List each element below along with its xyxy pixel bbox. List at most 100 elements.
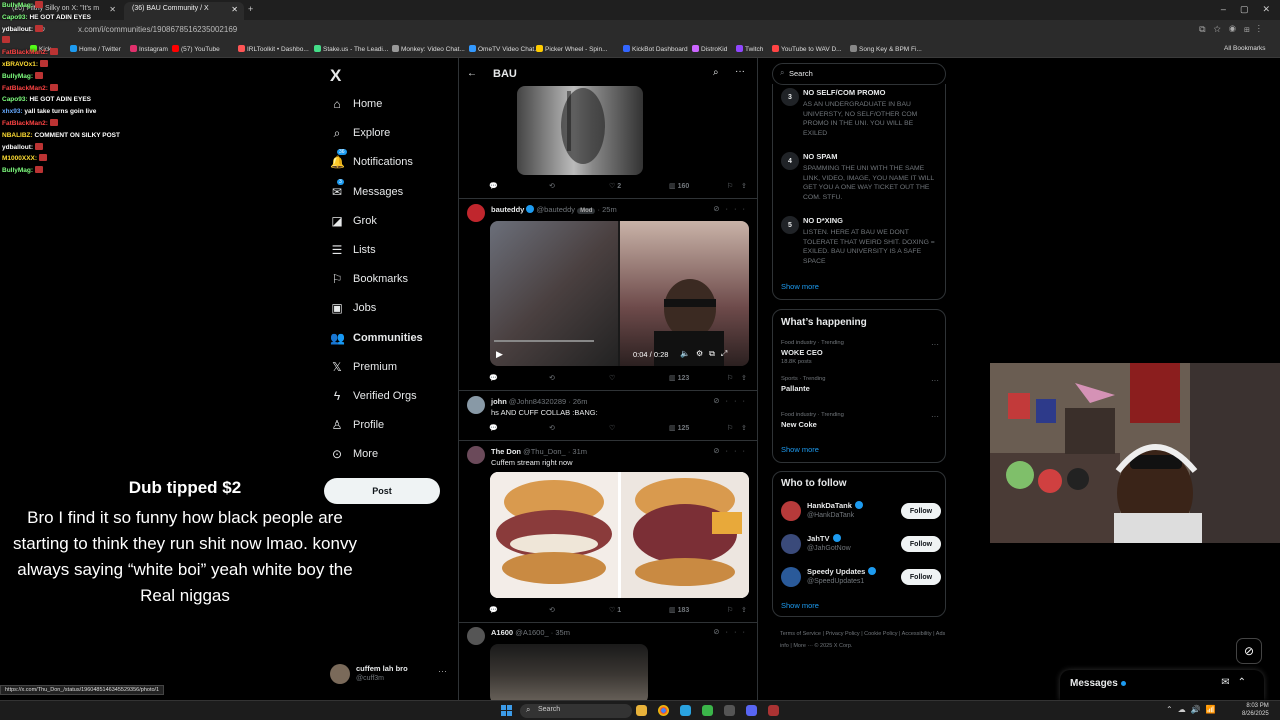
- tweet-image[interactable]: [490, 644, 648, 700]
- follow-button[interactable]: Follow: [901, 503, 941, 519]
- sidebar-item-more[interactable]: ⊙ More: [330, 444, 378, 464]
- search-icon[interactable]: ⌕: [713, 67, 719, 78]
- drawer-controls[interactable]: ✉⌃: [1221, 677, 1254, 688]
- taskbar-clock[interactable]: 8:03 PM 8/26/2025: [1242, 702, 1269, 718]
- share-icon[interactable]: ⇪: [741, 606, 747, 614]
- follow-button[interactable]: Follow: [901, 536, 941, 552]
- grok-icon[interactable]: ⊘: [713, 396, 725, 405]
- taskbar-search[interactable]: ⌕ Search: [520, 704, 632, 718]
- avatar[interactable]: [781, 501, 801, 521]
- avatar[interactable]: [781, 534, 801, 554]
- compose-message-icon[interactable]: ✉: [1221, 677, 1237, 688]
- follow-button[interactable]: Follow: [901, 569, 941, 585]
- like-icon[interactable]: ♡: [609, 374, 615, 382]
- tweet-author[interactable]: john @John84320289 · 26m: [491, 397, 587, 406]
- trend-item[interactable]: Sports · Trending Pallante ···: [781, 376, 943, 395]
- follow-suggestion[interactable]: Speedy Updates @SpeedUpdates1 Follow: [781, 565, 941, 589]
- telegram-icon[interactable]: [680, 705, 691, 716]
- bookmark-item[interactable]: Monkey: Video Chat...: [392, 45, 465, 53]
- sidebar-item-lists[interactable]: ☰ Lists: [330, 240, 376, 260]
- sidebar-item-jobs[interactable]: ▣ Jobs: [330, 298, 376, 318]
- repost-icon[interactable]: ⟲: [549, 182, 555, 190]
- footer-links[interactable]: Terms of Service | Privacy Policy | Cook…: [780, 628, 950, 652]
- avatar[interactable]: [467, 627, 485, 645]
- tweet-author[interactable]: The Don @Thu_Don_ · 31m: [491, 447, 587, 456]
- system-tray[interactable]: ⌃☁🔊📶: [1166, 705, 1221, 714]
- windows-start-icon[interactable]: [501, 705, 512, 716]
- video-controls[interactable]: 🔈⚙⧉⤢: [680, 349, 733, 359]
- repost-icon[interactable]: ⟲: [549, 424, 555, 432]
- post-button[interactable]: Post: [324, 478, 440, 504]
- bookmark-item[interactable]: Stake.us - The Leadi...: [314, 45, 388, 53]
- sidebar-item-communities[interactable]: 👥 Communities: [330, 328, 423, 348]
- messages-drawer[interactable]: Messages ✉⌃: [1060, 670, 1264, 700]
- sidebar-item-profile[interactable]: ♙ Profile: [330, 415, 385, 435]
- app-icon[interactable]: [768, 705, 779, 716]
- tweet-menu[interactable]: ⊘···: [713, 204, 751, 213]
- tweet-image[interactable]: [517, 86, 643, 175]
- sidebar-item-verified-orgs[interactable]: ϟ Verified Orgs: [330, 386, 417, 406]
- repost-icon[interactable]: ⟲: [549, 374, 555, 382]
- sidebar-item-premium[interactable]: 𝕏 Premium: [330, 357, 397, 377]
- back-arrow-icon[interactable]: ←: [467, 68, 477, 79]
- bookmark-icon[interactable]: ⚐: [727, 606, 733, 614]
- sidebar-item-grok[interactable]: ◪ Grok: [330, 211, 377, 231]
- tweet-video[interactable]: ▶ 0:04 / 0:28 🔈⚙⧉⤢: [490, 221, 749, 366]
- tweet-menu[interactable]: ⊘···: [713, 446, 751, 455]
- reply-icon[interactable]: 💬: [489, 182, 498, 190]
- follow-suggestion[interactable]: JahTV @JahGotNow Follow: [781, 532, 941, 556]
- grok-icon[interactable]: ⊘: [1236, 638, 1262, 664]
- avatar[interactable]: [781, 567, 801, 587]
- reply-icon[interactable]: 💬: [489, 374, 498, 382]
- avatar[interactable]: [467, 396, 485, 414]
- more-icon[interactable]: ···: [931, 376, 939, 385]
- bookmark-item[interactable]: DistroKid: [692, 45, 727, 53]
- more-icon[interactable]: ···: [438, 666, 447, 676]
- bookmark-item[interactable]: Picker Wheel - Spin...: [536, 45, 608, 53]
- reply-icon[interactable]: 💬: [489, 424, 498, 432]
- more-icon[interactable]: ···: [735, 66, 745, 77]
- trend-item[interactable]: Food industry · Trending New Coke ···: [781, 412, 943, 431]
- more-icon[interactable]: ···: [931, 340, 939, 349]
- tweet-menu[interactable]: ⊘···: [713, 627, 751, 636]
- bookmark-item[interactable]: YouTube to WAV D...: [772, 45, 842, 53]
- video-progress-bar[interactable]: [494, 340, 594, 342]
- sidebar-item-notifications[interactable]: 🔔 36 Notifications: [330, 149, 413, 172]
- play-icon[interactable]: ▶: [496, 349, 503, 360]
- grok-icon[interactable]: ⊘: [713, 446, 725, 455]
- discord-icon[interactable]: [746, 705, 757, 716]
- grok-icon[interactable]: ⊘: [713, 627, 725, 636]
- sidebar-item-bookmarks[interactable]: ⚐ Bookmarks: [330, 269, 408, 289]
- more-icon[interactable]: ···: [931, 412, 939, 421]
- share-icon[interactable]: ⇪: [741, 374, 747, 382]
- minimize-icon[interactable]: –: [1221, 4, 1226, 16]
- tweet-author[interactable]: bauteddy @bauteddy Mod · 25m: [491, 205, 617, 214]
- bookmark-item[interactable]: Song Key & BPM Fi...: [850, 45, 922, 53]
- close-tab-icon[interactable]: ✕: [231, 5, 238, 14]
- show-more-follow-link[interactable]: Show more: [781, 601, 819, 610]
- avatar[interactable]: [467, 446, 485, 464]
- avatar[interactable]: [467, 204, 485, 222]
- account-switcher[interactable]: cuffem lah bro @cuff3m ···: [330, 662, 450, 688]
- bookmark-item[interactable]: Twitch: [736, 45, 763, 53]
- volume-icon[interactable]: 🔈: [680, 349, 696, 358]
- trend-item[interactable]: Food industry · Trending WOKE CEO 18.8K po…: [781, 340, 943, 365]
- like-icon[interactable]: ♡: [609, 424, 615, 432]
- close-window-icon[interactable]: ✕: [1262, 4, 1270, 16]
- all-bookmarks-button[interactable]: All Bookmarks: [1224, 45, 1266, 52]
- bookmark-item[interactable]: IRLToolkit • Dashbo...: [238, 45, 309, 53]
- tweet-menu[interactable]: ⊘···: [713, 396, 751, 405]
- bookmark-icon[interactable]: ⚐: [727, 374, 733, 382]
- sidebar-item-messages[interactable]: ✉ 3 Messages: [330, 178, 403, 202]
- like-icon[interactable]: ♡ 1: [609, 606, 621, 614]
- tweet-image[interactable]: [490, 472, 749, 598]
- share-icon[interactable]: ⇪: [741, 424, 747, 432]
- views-icon[interactable]: ▥ 183: [669, 606, 689, 614]
- chrome-icon[interactable]: [658, 705, 669, 716]
- browser-tools[interactable]: ⧉☆◉⊞⋮: [1199, 24, 1268, 35]
- show-more-trends-link[interactable]: Show more: [781, 445, 819, 454]
- x-logo[interactable]: X: [330, 66, 341, 86]
- sidebar-item-explore[interactable]: ⌕ Explore: [330, 123, 391, 143]
- views-icon[interactable]: ▥ 125: [669, 424, 689, 432]
- bookmark-icon[interactable]: ⚐: [727, 424, 733, 432]
